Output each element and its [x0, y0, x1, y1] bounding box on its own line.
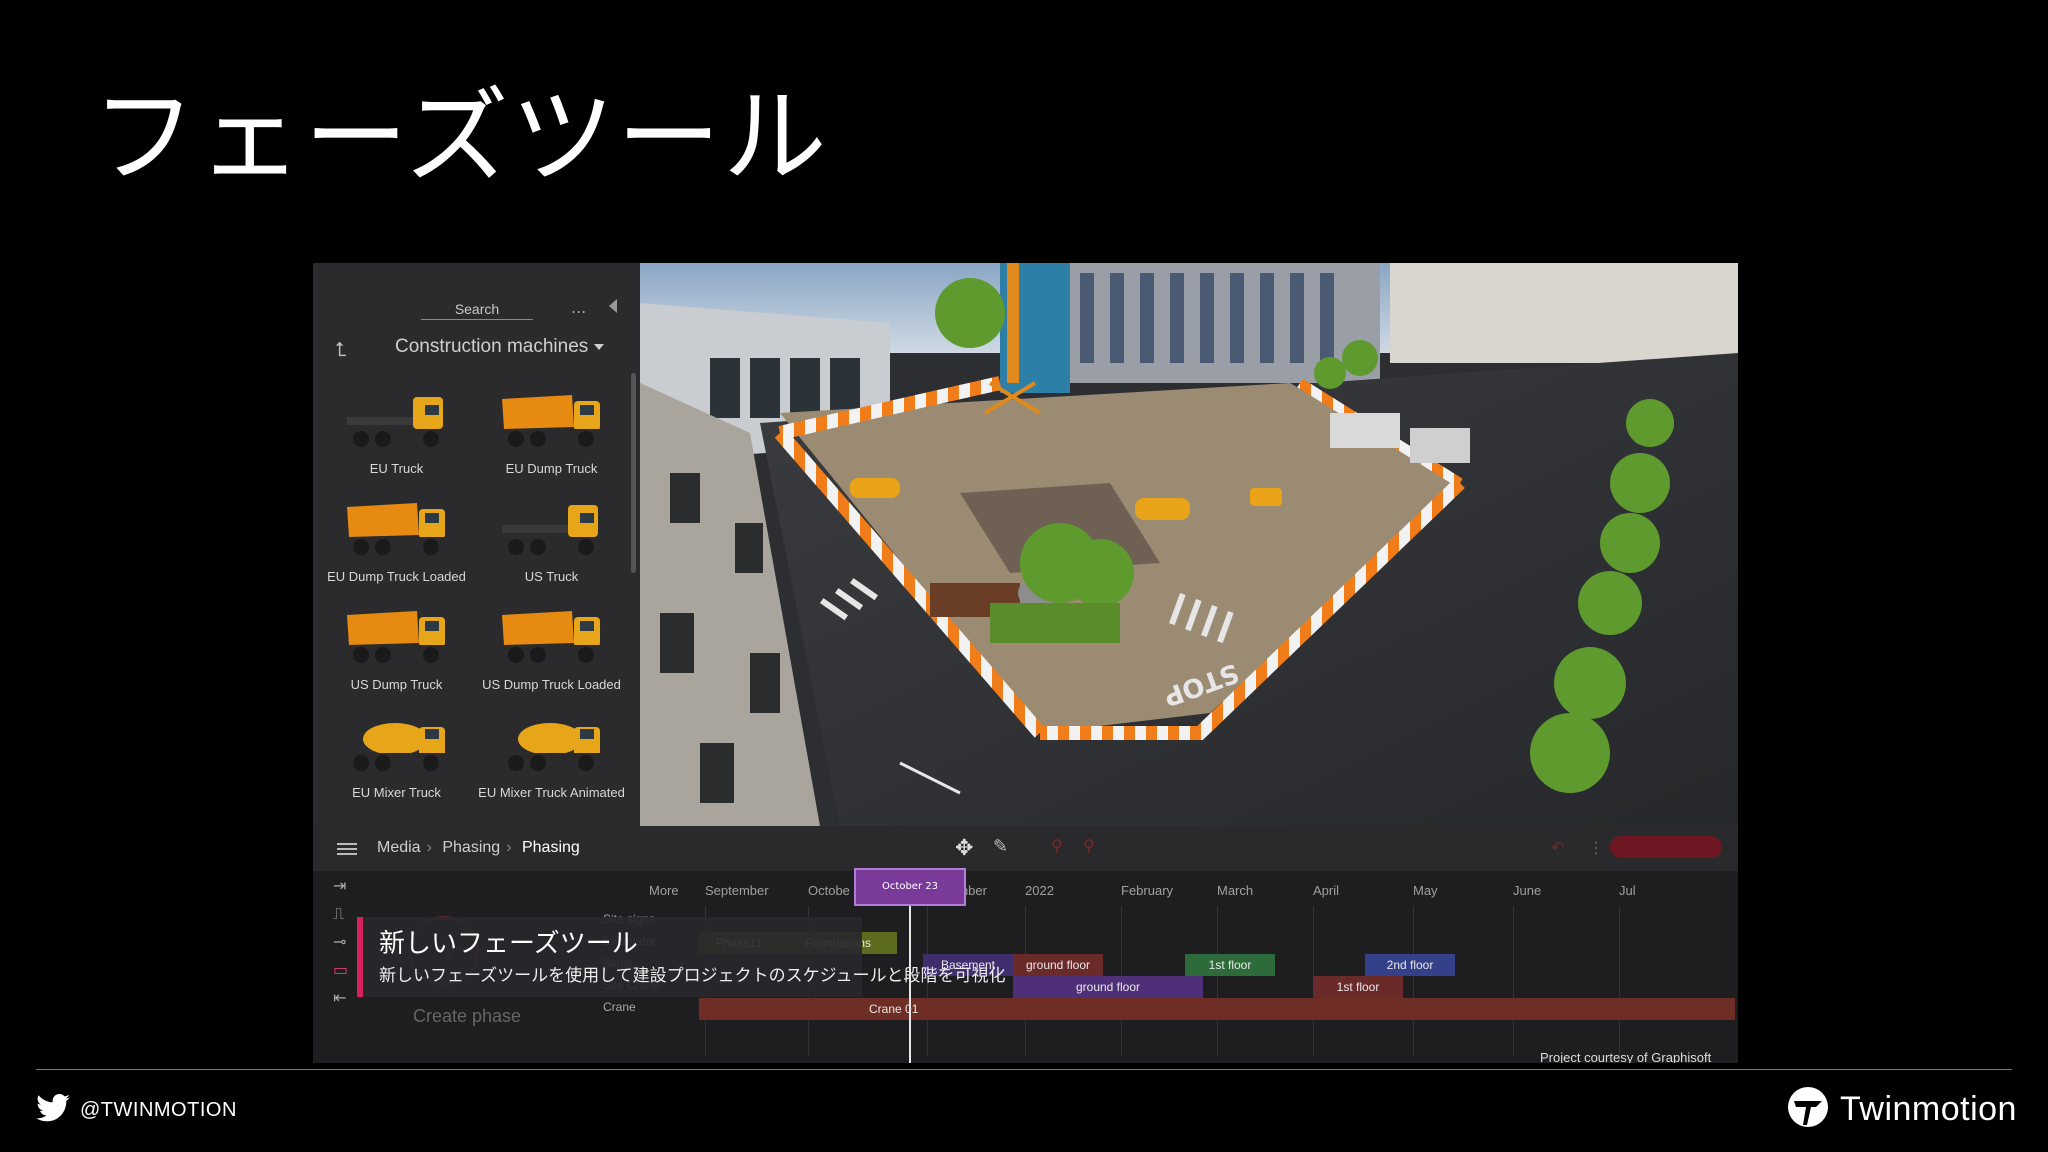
caption-title: 新しいフェーズツール — [379, 929, 638, 959]
collapse-panel-icon[interactable] — [609, 299, 617, 313]
asset-tile[interactable]: US Truck — [474, 483, 629, 591]
back-arrow-icon[interactable]: ⮤ — [335, 337, 347, 361]
timeline-month: September — [705, 883, 769, 898]
exit-button[interactable] — [1610, 836, 1722, 858]
phase-bar[interactable]: 1st floor — [1313, 976, 1403, 998]
project-credit: Project courtesy of Graphisoft — [1540, 1050, 1712, 1063]
create-phase-label: Create phase — [413, 1006, 522, 1026]
asset-label: US Truck — [524, 569, 579, 584]
pen-icon[interactable]: ✎ — [993, 836, 1008, 857]
asset-grid: EU Truck EU Dump Truck EU Dump Truck Loade… — [319, 375, 629, 807]
timeline-cursor-date[interactable]: October 23 — [854, 868, 966, 906]
library-panel: Search ... ⮤ Construction machines EU Tr… — [313, 263, 640, 826]
export-icon[interactable]: ⇤ — [333, 988, 346, 1007]
phase-bar[interactable]: 2nd floor — [1365, 954, 1455, 976]
asset-tile[interactable]: US Dump Truck — [319, 591, 474, 699]
timeline-month: More — [649, 883, 679, 898]
asset-tile[interactable]: EU Mixer Truck Animated — [474, 699, 629, 807]
timeline-gridline — [1619, 906, 1620, 1056]
category-dropdown[interactable]: Construction machines — [395, 336, 605, 358]
asset-label: US Dump Truck — [350, 677, 443, 692]
asset-tile[interactable]: EU Dump Truck — [474, 375, 629, 483]
phase-bar[interactable]: ground floor — [1013, 954, 1103, 976]
timeline-month: May — [1413, 883, 1438, 898]
breadcrumb: Media › Phasing › Phasing — [377, 839, 586, 857]
menu-icon[interactable] — [337, 843, 357, 855]
asset-label: EU Dump Truck — [505, 461, 598, 476]
3d-viewport[interactable]: STOP — [640, 263, 1738, 826]
asset-tile[interactable]: EU Mixer Truck — [319, 699, 474, 807]
curve-icon[interactable]: ⎍ — [333, 904, 344, 924]
caption-subtitle: 新しいフェーズツールを使用して建設プロジェクトのスケジュールと段階を可視化 — [379, 966, 1006, 986]
twitter-handle: @TWINMOTION — [80, 1099, 237, 1121]
asset-tile[interactable]: EU Dump Truck Loaded — [319, 483, 474, 591]
library-scrollbar[interactable] — [631, 373, 636, 573]
timeline-month: Jul — [1619, 883, 1636, 898]
caption-overlay: 新しいフェーズツール 新しいフェーズツールを使用して建設プロジェクトのスケジュー… — [357, 917, 1005, 997]
phase-bar[interactable]: Crane 01 — [699, 998, 1735, 1020]
asset-label: EU Mixer Truck — [352, 785, 441, 800]
vertical-dots-icon[interactable]: ⋮ — [1588, 838, 1604, 857]
breadcrumb-media[interactable]: Media — [377, 839, 421, 856]
twitter-bird-icon — [36, 1094, 70, 1122]
asset-label: EU Truck — [369, 461, 424, 476]
breadcrumb-phasing[interactable]: Phasing — [442, 839, 500, 856]
chevron-down-icon — [594, 343, 605, 350]
asset-tile[interactable]: EU Truck — [319, 375, 474, 483]
timeline-row-label: Crane — [603, 1000, 636, 1014]
phase-bar[interactable]: 1st floor — [1185, 954, 1275, 976]
category-label: Construction machines — [395, 336, 589, 357]
twinmotion-screenshot: Search ... ⮤ Construction machines EU Tr… — [313, 263, 1738, 1063]
library-search-input[interactable]: Search — [421, 301, 533, 320]
import-icon[interactable]: ⇥ — [333, 876, 346, 895]
phasing-panel: Media › Phasing › Phasing ✥ ✎ ⚲ ⚲ ↶ ⋮ ⇥ ⎍ … — [313, 826, 1738, 1063]
asset-label: EU Dump Truck Loaded — [327, 569, 466, 584]
zoom-out-icon[interactable]: ⚲ — [1051, 836, 1063, 855]
play-icon[interactable]: ▭ — [333, 960, 348, 979]
timeline-month: Octobe — [808, 883, 850, 898]
phase-bar[interactable]: ground floor — [1013, 976, 1203, 998]
phasing-toolbar: Media › Phasing › Phasing ✥ ✎ ⚲ ⚲ ↶ ⋮ — [313, 826, 1738, 871]
asset-label: US Dump Truck Loaded — [482, 677, 621, 692]
undo-icon[interactable]: ↶ — [1551, 838, 1564, 857]
move-icon[interactable]: ✥ — [955, 836, 973, 861]
chevron-right-icon: › — [506, 839, 512, 856]
timeline-month: June — [1513, 883, 1542, 898]
footer-divider — [36, 1069, 2012, 1070]
timeline-month: February — [1121, 883, 1174, 898]
breadcrumb-current[interactable]: Phasing — [522, 839, 580, 856]
timeline-month: April — [1313, 883, 1340, 898]
asset-tile[interactable]: US Dump Truck Loaded — [474, 591, 629, 699]
asset-label: EU Mixer Truck Animated — [478, 785, 625, 800]
timeline-gridline — [1217, 906, 1218, 1056]
link-icon[interactable]: ⊸ — [333, 932, 346, 951]
brand-name: Twinmotion — [1840, 1090, 2017, 1128]
construction-site-render: STOP — [640, 263, 1738, 826]
timeline-month: 2022 — [1025, 883, 1054, 898]
zoom-in-icon[interactable]: ⚲ — [1083, 836, 1095, 855]
chevron-right-icon: › — [426, 839, 432, 856]
timeline-gridline — [1413, 906, 1414, 1056]
more-options-icon[interactable]: ... — [571, 298, 586, 317]
timeline-month: March — [1217, 883, 1254, 898]
slide-title: フェーズツール — [92, 76, 829, 198]
timeline-gridline — [1513, 906, 1514, 1056]
twinmotion-logo-icon — [1788, 1087, 1828, 1127]
